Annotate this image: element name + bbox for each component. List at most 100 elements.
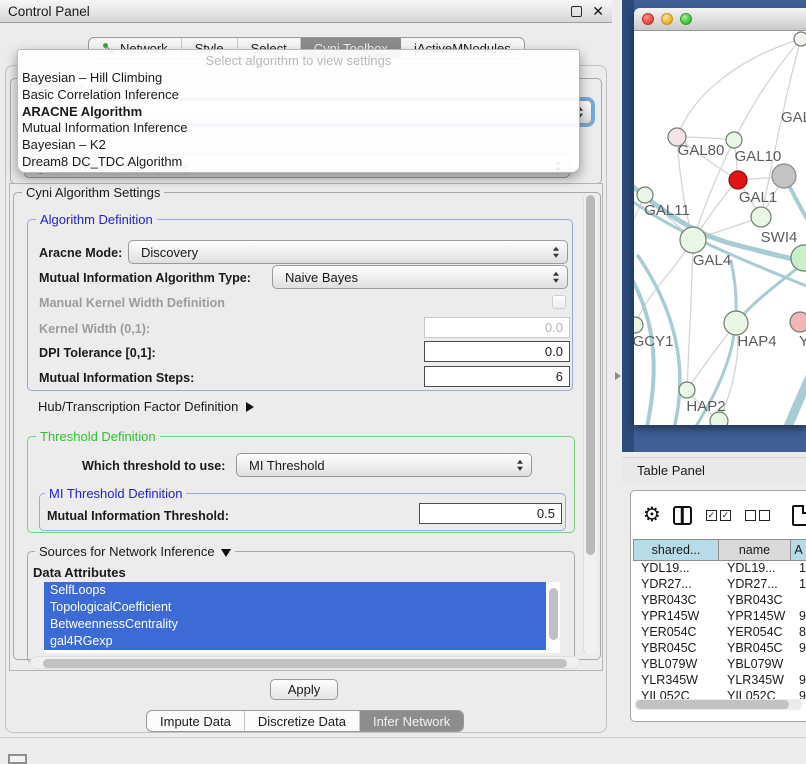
settings-horizontal-scrollbar[interactable] xyxy=(30,656,580,669)
node-label: GAL11 xyxy=(644,202,690,219)
network-node-hap4[interactable] xyxy=(724,311,748,335)
deselect-all-checks-icon[interactable] xyxy=(745,510,773,521)
network-view-window[interactable]: GAL GAL80 GAL10 GAL1 GAL11 SWI4 GAL4 GCY… xyxy=(634,8,806,425)
algorithm-option[interactable]: Bayesian – Hill Climbing xyxy=(18,70,579,87)
attribute-item[interactable]: gal4RGexp xyxy=(44,633,546,650)
algorithm-dropdown-popup: Select algorithm to view settings Bayesi… xyxy=(17,49,580,173)
node-label: GAL10 xyxy=(735,148,782,165)
float-window-icon[interactable] xyxy=(571,6,582,17)
algorithm-option[interactable]: Basic Correlation Inference xyxy=(18,87,579,104)
scrollbar-thumb[interactable] xyxy=(43,659,567,668)
network-node-gal10[interactable] xyxy=(726,132,742,148)
expander-collapsed-icon xyxy=(246,402,254,412)
table-row[interactable]: YBR045C YBR045C 9. xyxy=(633,641,806,657)
scrollbar-thumb[interactable] xyxy=(586,195,595,555)
splitter-handle-icon[interactable] xyxy=(615,372,621,380)
network-node-pink[interactable] xyxy=(790,312,806,332)
network-node-gal4[interactable] xyxy=(680,227,706,253)
manual-kernel-label: Manual Kernel Width Definition xyxy=(39,296,225,310)
kernel-width-field[interactable]: 0.0 xyxy=(424,317,570,338)
algorithm-option[interactable]: Mutual Information Inference xyxy=(18,120,579,137)
gear-icon[interactable]: ⚙ xyxy=(643,505,661,525)
hub-definition-expander[interactable]: Hub/Transcription Factor Definition xyxy=(38,399,254,414)
node-label: GAL1 xyxy=(739,189,777,206)
aracne-mode-value: Discovery xyxy=(141,245,198,260)
table-panel: ⚙ ✓✓ shared... name A YDL19... YDL19... … xyxy=(630,490,806,722)
control-panel-titlebar: Control Panel ✕ xyxy=(0,0,612,23)
network-window-titlebar[interactable] xyxy=(634,8,806,31)
manual-kernel-checkbox[interactable] xyxy=(552,295,566,309)
network-node-gray[interactable] xyxy=(772,164,796,188)
dpi-tolerance-label: DPI Tolerance [0,1]: xyxy=(39,346,156,360)
which-threshold-combobox[interactable]: MI Threshold xyxy=(236,453,532,477)
mi-threshold-field[interactable]: 0.5 xyxy=(419,503,562,524)
which-threshold-label: Which threshold to use: xyxy=(82,459,225,473)
network-canvas[interactable]: GAL GAL80 GAL10 GAL1 GAL11 SWI4 GAL4 GCY… xyxy=(634,31,806,425)
attribute-item[interactable]: BetweennessCentrality xyxy=(44,616,546,633)
table-row[interactable]: YIL052C YIL052C 9. xyxy=(633,689,806,699)
settings-vertical-scrollbar[interactable] xyxy=(583,193,597,655)
tab-discretize-data[interactable]: Discretize Data xyxy=(245,711,360,731)
mac-zoom-icon[interactable] xyxy=(680,13,692,25)
network-node-gal1[interactable] xyxy=(751,207,771,227)
tab-infer-network[interactable]: Infer Network xyxy=(360,711,463,731)
scrollbar-thumb[interactable] xyxy=(636,700,789,709)
mi-type-combobox[interactable]: Naive Bayes xyxy=(272,265,568,289)
table-body: YDL19... YDL19... 13 YDR27... YDR27... 1… xyxy=(633,561,806,699)
column-header-partial[interactable]: A xyxy=(791,539,806,561)
network-node-gal11[interactable] xyxy=(637,187,653,203)
threshold-definition-title: Threshold Definition xyxy=(36,429,160,444)
which-threshold-value: MI Threshold xyxy=(249,458,325,473)
table-horizontal-scrollbar[interactable] xyxy=(634,699,802,710)
table-row[interactable]: YLR345W YLR345W 9. xyxy=(633,673,806,689)
table-row[interactable]: YBR043C YBR043C xyxy=(633,593,806,609)
combo-stepper-icon xyxy=(553,272,559,283)
network-node[interactable] xyxy=(794,32,806,46)
network-node-swi4[interactable] xyxy=(791,245,806,271)
document-icon[interactable] xyxy=(792,505,806,526)
table-row[interactable]: YDR27... YDR27... 12 xyxy=(633,577,806,593)
mi-steps-field[interactable]: 6 xyxy=(424,366,570,387)
select-all-checks-icon[interactable]: ✓✓ xyxy=(706,510,734,521)
mi-threshold-group-title: MI Threshold Definition xyxy=(45,486,186,501)
column-header-shared-name[interactable]: shared... xyxy=(633,539,719,561)
mi-type-label: Mutual Information Algorithm Type: xyxy=(39,271,251,285)
table-row[interactable]: YDL19... YDL19... 13 xyxy=(633,561,806,577)
panel-splitter[interactable] xyxy=(612,0,622,762)
node-label: HAP2 xyxy=(686,398,725,415)
column-header-name[interactable]: name xyxy=(719,539,791,561)
network-node-selected[interactable] xyxy=(729,171,747,189)
attribute-item[interactable]: SelfLoops xyxy=(44,582,546,599)
table-panel-title: Table Panel xyxy=(637,463,705,478)
tab-impute-data[interactable]: Impute Data xyxy=(147,711,245,731)
docked-panel-fragment xyxy=(8,754,27,764)
algorithm-option[interactable]: Bayesian – K2 xyxy=(18,137,579,154)
node-label: GAL80 xyxy=(678,142,725,159)
network-node-gcy1[interactable] xyxy=(634,317,643,333)
node-label: HAP4 xyxy=(737,333,776,350)
dpi-tolerance-field[interactable]: 0.0 xyxy=(424,341,570,362)
sources-expander[interactable]: Sources for Network Inference xyxy=(35,544,235,559)
mac-close-icon[interactable] xyxy=(642,13,654,25)
combo-stepper-icon xyxy=(517,460,523,471)
table-row[interactable]: YPR145W YPR145W 9. xyxy=(633,609,806,625)
aracne-mode-label: Aracne Mode: xyxy=(39,246,122,260)
columns-icon[interactable] xyxy=(673,506,692,525)
close-icon[interactable]: ✕ xyxy=(592,6,604,17)
data-attributes-label: Data Attributes xyxy=(33,565,126,580)
attributes-scrollbar[interactable] xyxy=(549,588,558,640)
mac-minimize-icon[interactable] xyxy=(661,13,673,25)
algorithm-option-selected[interactable]: ARACNE Algorithm xyxy=(18,104,579,121)
apply-button[interactable]: Apply xyxy=(270,679,338,700)
table-row[interactable]: YER054C YER054C 8. xyxy=(633,625,806,641)
algorithm-placeholder: Select algorithm to view settings xyxy=(18,50,579,70)
network-desktop-shade xyxy=(622,0,634,452)
network-node-hap2[interactable] xyxy=(679,382,695,398)
algorithm-option[interactable]: Dream8 DC_TDC Algorithm xyxy=(18,154,579,171)
node-label: SWI4 xyxy=(761,229,798,246)
control-panel-title: Control Panel xyxy=(8,4,571,19)
aracne-mode-combobox[interactable]: Discovery xyxy=(128,240,568,264)
attribute-item[interactable]: TopologicalCoefficient xyxy=(44,599,546,616)
node-table: shared... name A YDL19... YDL19... 13 YD… xyxy=(633,539,806,699)
table-row[interactable]: YBL079W YBL079W xyxy=(633,657,806,673)
